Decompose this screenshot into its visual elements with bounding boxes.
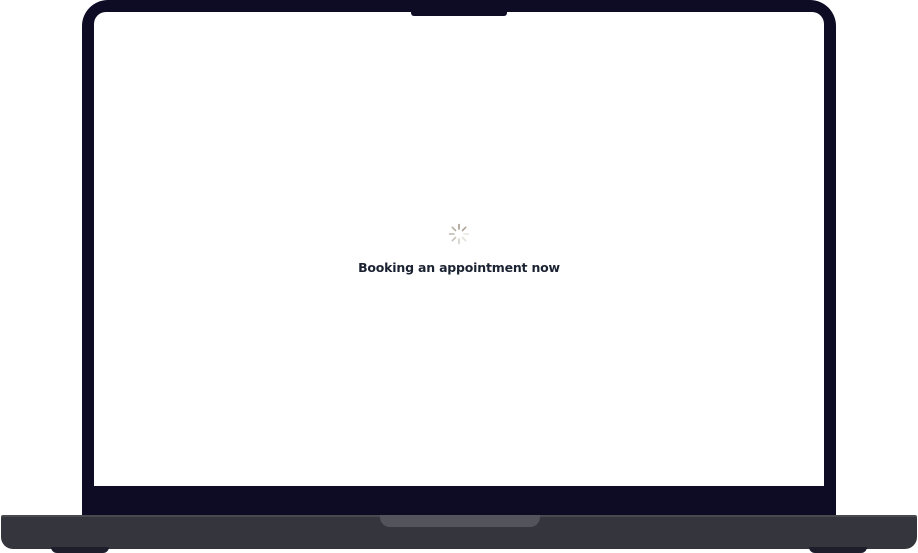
laptop-lid: Booking an appointment now [82,0,836,516]
laptop-foot-left [51,547,109,553]
loading-spinner-icon [448,223,470,245]
trackpad-notch [380,515,540,527]
loading-indicator: Booking an appointment now [94,222,824,275]
laptop-base [1,515,917,549]
laptop-screen: Booking an appointment now [94,12,824,486]
laptop-mockup: Booking an appointment now [0,0,918,553]
camera-notch [411,12,507,16]
loading-message: Booking an appointment now [358,260,560,275]
laptop-foot-right [809,547,867,553]
